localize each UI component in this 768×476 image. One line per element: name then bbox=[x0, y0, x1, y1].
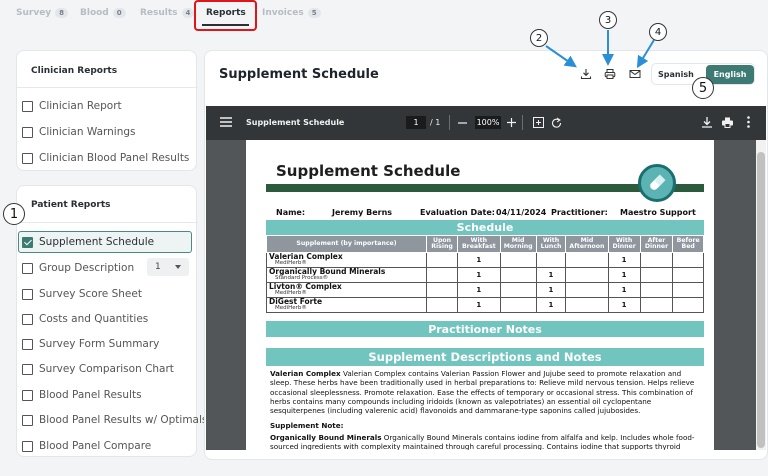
checkbox-blood-panel-compare[interactable]: Blood Panel Compare bbox=[22, 440, 151, 452]
column-header: After Dinner bbox=[639, 235, 674, 253]
table-row: Organically Bound Minerals Standard Proce… bbox=[266, 267, 704, 283]
pdf-filename: Supplement Schedule bbox=[246, 118, 345, 127]
checkbox[interactable] bbox=[22, 363, 33, 375]
column-header: With Dinner bbox=[607, 235, 641, 253]
checkbox-clinician-warnings[interactable]: Clinician Warnings bbox=[22, 126, 136, 138]
checkbox[interactable] bbox=[22, 338, 33, 350]
date-label: Evaluation Date: bbox=[420, 208, 495, 217]
checkbox-group-description[interactable]: Group Description bbox=[22, 262, 134, 274]
column-header: Before Bed bbox=[672, 235, 704, 253]
checkbox[interactable] bbox=[22, 414, 33, 426]
checkbox[interactable] bbox=[22, 313, 33, 325]
pdf-viewer: Supplement Schedule 1 / 1 100% Supplemen… bbox=[206, 106, 766, 450]
group-description-select[interactable]: 1 bbox=[147, 258, 189, 276]
schedule-table: Supplement (by importance) Upon Rising W… bbox=[266, 235, 704, 313]
minerals-description: Organically Bound Minerals Organically B… bbox=[270, 433, 695, 450]
column-header: Supplement (by importance) bbox=[266, 235, 427, 253]
pdf-page: Supplement Schedule Name: Jeremy Berns E… bbox=[246, 140, 714, 450]
divider bbox=[17, 222, 198, 223]
page-number-input[interactable]: 1 bbox=[406, 116, 426, 129]
column-header: With Lunch bbox=[535, 235, 567, 253]
caret-down-icon bbox=[175, 265, 181, 269]
page-total: / 1 bbox=[430, 118, 441, 127]
practitioner-label: Practitioner: bbox=[551, 208, 608, 217]
table-row: DiGest Forte MediHerb® 111 bbox=[266, 297, 704, 313]
more-options-icon[interactable] bbox=[747, 116, 750, 128]
checkbox-blood-panel-results[interactable]: Blood Panel Results bbox=[22, 389, 142, 401]
pdf-scrollbar[interactable] bbox=[756, 140, 766, 450]
callout-1: 1 bbox=[3, 203, 25, 225]
callout-arrows bbox=[545, 30, 655, 69]
checkbox-survey-score-sheet[interactable]: Survey Score Sheet bbox=[22, 288, 142, 300]
table-row: Valerian Complex MediHerb® 11 bbox=[266, 252, 704, 268]
column-header: Upon Rising bbox=[425, 235, 459, 253]
menu-icon[interactable] bbox=[220, 117, 232, 127]
schedule-heading: Schedule bbox=[266, 220, 704, 235]
zoom-in-icon[interactable] bbox=[507, 118, 516, 127]
checkbox-clinician-blood-panel-results[interactable]: Clinician Blood Panel Results bbox=[22, 152, 189, 164]
valerian-description: Valerian Complex Valerian Complex contai… bbox=[270, 369, 695, 416]
pdf-title: Supplement Schedule bbox=[276, 162, 461, 180]
pill-icon bbox=[638, 164, 676, 202]
name-value: Jeremy Berns bbox=[332, 208, 393, 217]
column-header: With Breakfast bbox=[457, 235, 501, 253]
scroll-thumb[interactable] bbox=[757, 152, 765, 448]
checkbox[interactable] bbox=[22, 126, 33, 138]
date-value: 04/11/2024 bbox=[496, 208, 547, 217]
supplement-note-label: Supplement Note: bbox=[270, 421, 344, 430]
checkbox-checked[interactable] bbox=[22, 236, 33, 248]
checkbox[interactable] bbox=[22, 262, 33, 274]
descriptions-heading: Supplement Descriptions and Notes bbox=[266, 348, 704, 366]
checkbox[interactable] bbox=[22, 152, 33, 164]
patient-reports-title: Patient Reports bbox=[31, 200, 111, 210]
download-icon[interactable] bbox=[702, 117, 712, 128]
checkbox-survey-form-summary[interactable]: Survey Form Summary bbox=[22, 338, 159, 350]
fit-page-icon[interactable] bbox=[533, 117, 544, 128]
divider bbox=[449, 115, 450, 130]
rotate-icon[interactable] bbox=[551, 117, 562, 128]
checkbox-blood-panel-results-optimals[interactable]: Blood Panel Results w/ Optimals bbox=[22, 414, 207, 426]
zoom-input[interactable]: 100% bbox=[475, 116, 501, 129]
name-label: Name: bbox=[276, 208, 306, 217]
checkbox[interactable] bbox=[22, 389, 33, 401]
pdf-toolbar: Supplement Schedule 1 / 1 100% bbox=[206, 106, 766, 140]
checkbox-supplement-schedule[interactable]: Supplement Schedule bbox=[22, 236, 154, 248]
checkbox-costs-and-quantities[interactable]: Costs and Quantities bbox=[22, 313, 148, 325]
column-header: Mid Afternoon bbox=[565, 235, 609, 253]
column-header: Mid Morning bbox=[499, 235, 537, 253]
checkbox-survey-comparison-chart[interactable]: Survey Comparison Chart bbox=[22, 363, 174, 375]
table-row: Livton® Complex MediHerb® 111 bbox=[266, 282, 704, 298]
checkbox[interactable] bbox=[22, 440, 33, 452]
divider bbox=[522, 115, 523, 130]
zoom-out-icon[interactable] bbox=[458, 119, 467, 127]
practitioner-value: Maestro Support bbox=[620, 208, 696, 217]
printer-icon[interactable] bbox=[722, 117, 733, 128]
practitioner-notes-heading: Practitioner Notes bbox=[266, 321, 704, 337]
checkbox[interactable] bbox=[22, 288, 33, 300]
